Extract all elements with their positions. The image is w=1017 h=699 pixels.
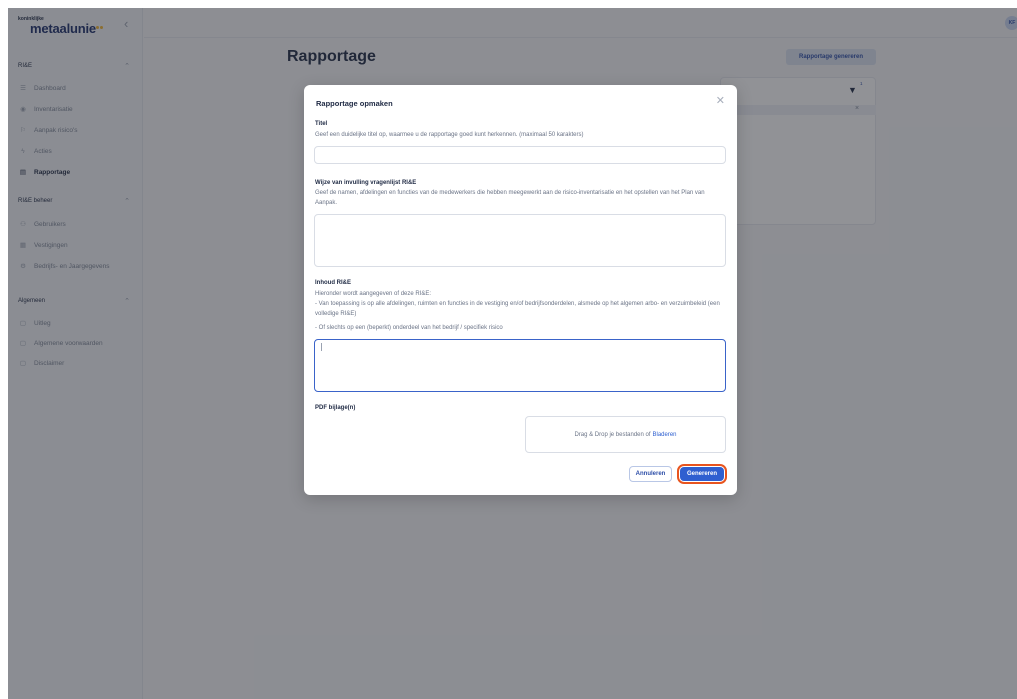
file-dropzone[interactable]: Drag & Drop je bestanden of Bladeren (525, 416, 726, 453)
wijze-label: Wijze van invulling vragenlijst RI&E (315, 180, 417, 186)
close-icon[interactable]: ✕ (716, 94, 725, 107)
inhoud-label: Inhoud RI&E (315, 280, 351, 286)
modal-title: Rapportage opmaken (316, 99, 393, 108)
report-modal: Rapportage opmaken ✕ Titel Geef een duid… (304, 85, 737, 495)
browse-link[interactable]: Bladeren (653, 432, 677, 438)
titel-input[interactable] (314, 146, 726, 164)
generate-button[interactable]: Genereren (680, 467, 724, 481)
inhoud-help-option-partial: - Of slechts op een (beperkt) onderdeel … (315, 325, 503, 331)
inhoud-help-intro: Hieronder wordt aangegeven of deze RI&E: (315, 291, 432, 297)
titel-help: Geef een duidelijke titel op, waarmee u … (315, 132, 584, 138)
titel-label: Titel (315, 121, 328, 127)
wijze-textarea[interactable] (314, 214, 726, 267)
inhoud-help-option-full: - Van toepassing is op alle afdelingen, … (315, 301, 720, 317)
cancel-button[interactable]: Annuleren (629, 466, 672, 482)
inhoud-textarea[interactable] (314, 339, 726, 392)
dropzone-text: Drag & Drop je bestanden of (574, 431, 651, 438)
pdf-label: PDF bijlage(n) (315, 405, 356, 411)
text-cursor (321, 343, 322, 351)
wijze-help: Geef de namen, afdelingen en functies va… (315, 190, 705, 206)
